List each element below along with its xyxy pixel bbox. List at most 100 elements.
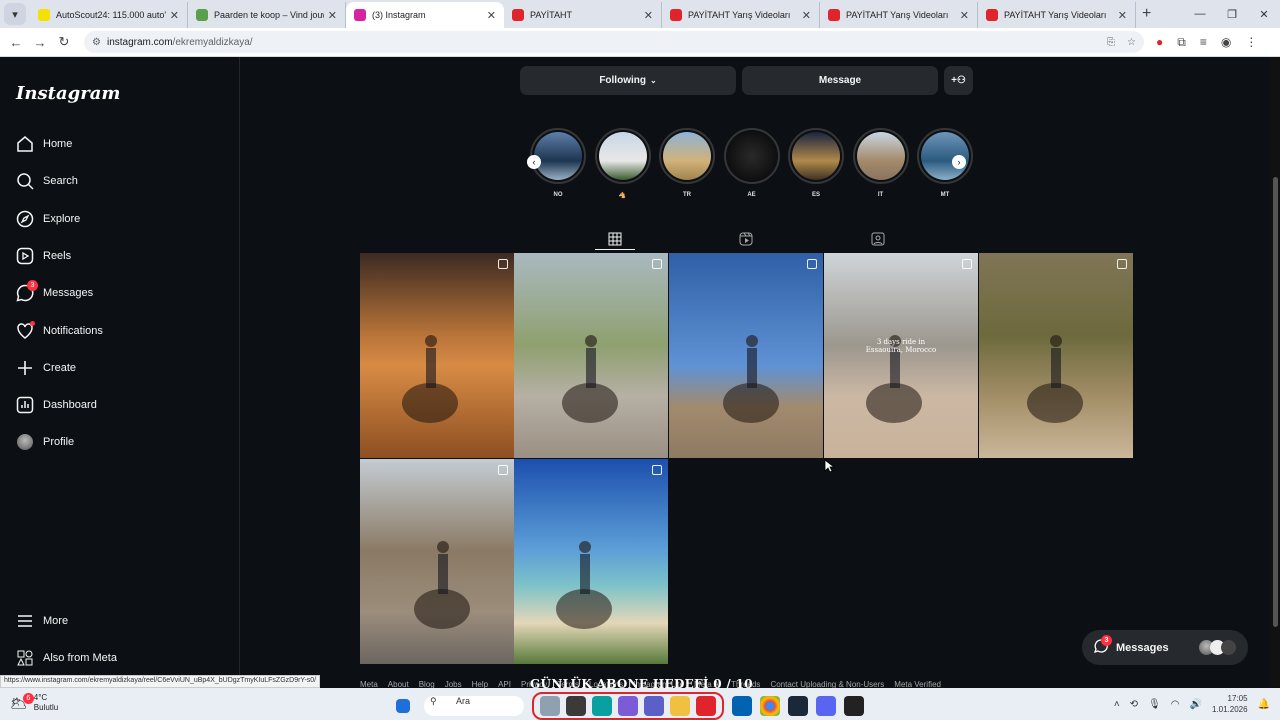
- sidebar-item-dashboard[interactable]: Dashboard: [16, 396, 97, 414]
- post-tile[interactable]: [514, 253, 668, 458]
- story-highlight[interactable]: TR: [659, 128, 715, 198]
- app-icon[interactable]: [566, 696, 586, 716]
- tab-tagged[interactable]: [858, 228, 898, 250]
- messages-badge: 3: [27, 280, 38, 292]
- message-avatars: [1199, 640, 1236, 655]
- sidebar-item-meta[interactable]: Also from Meta: [16, 649, 117, 667]
- tab-reels[interactable]: [726, 228, 766, 250]
- suggest-user-button[interactable]: +⚇: [944, 66, 973, 95]
- post-tile[interactable]: [360, 459, 514, 664]
- close-tab-icon[interactable]: ✕: [1118, 9, 1127, 22]
- close-tab-icon[interactable]: ✕: [802, 9, 811, 22]
- network-icon[interactable]: ⟲: [1130, 699, 1138, 710]
- story-highlight[interactable]: IT: [852, 128, 909, 198]
- steam-icon[interactable]: [788, 696, 808, 716]
- home-icon: [16, 135, 34, 153]
- edge-icon[interactable]: [592, 696, 612, 716]
- volume-icon[interactable]: 🔊: [1190, 699, 1202, 710]
- following-button[interactable]: Following ⌄: [520, 66, 736, 95]
- sidebar-item-search[interactable]: Search: [16, 172, 78, 190]
- profile-avatar-icon[interactable]: ◉: [1221, 35, 1231, 49]
- opera-icon[interactable]: ●: [1156, 35, 1163, 49]
- store-icon[interactable]: [732, 696, 752, 716]
- taskbar-search[interactable]: ⚲ Ara: [424, 696, 524, 716]
- post-tile[interactable]: [514, 459, 668, 664]
- tab-favicon-icon: [828, 9, 840, 21]
- file-explorer-icon[interactable]: [670, 696, 690, 716]
- address-bar[interactable]: ⚙ instagram.com/ekremyaldizkaya/ ⎘ ☆: [84, 31, 1144, 53]
- page-scrollbar[interactable]: [1270, 57, 1280, 687]
- windows-start-icon[interactable]: [396, 699, 410, 713]
- back-icon[interactable]: ←: [4, 35, 28, 50]
- browser-tab[interactable]: PAYİTAHT ✕: [504, 2, 662, 28]
- post-tile[interactable]: [360, 253, 514, 458]
- tab-posts[interactable]: [595, 228, 635, 250]
- close-tab-icon[interactable]: ✕: [328, 9, 337, 22]
- chrome-icon[interactable]: [760, 696, 780, 716]
- minimize-button[interactable]: —: [1184, 0, 1216, 28]
- notifications-bell-icon[interactable]: 🔔: [1258, 699, 1270, 710]
- sidebar: Instagram Home Search Explore Reels 3 Message…: [0, 57, 240, 687]
- highlights-next-button[interactable]: ›: [952, 155, 966, 169]
- browser-tab[interactable]: AutoScout24: 115.000 auto's o... ✕: [30, 2, 188, 28]
- chevron-up-icon[interactable]: ˄: [1114, 699, 1120, 710]
- teams-icon[interactable]: [644, 696, 664, 716]
- link-status-bubble: https://www.instagram.com/ekremyaldizkay…: [0, 675, 321, 688]
- story-highlight[interactable]: AE: [723, 128, 780, 198]
- highlights-prev-button[interactable]: ‹: [527, 155, 541, 169]
- post-tile[interactable]: [979, 253, 1133, 458]
- install-icon[interactable]: ⎘: [1107, 37, 1115, 48]
- sidebar-item-label: Profile: [43, 436, 75, 449]
- story-highlight[interactable]: 🐴: [594, 128, 651, 199]
- close-tab-icon[interactable]: ✕: [487, 9, 496, 22]
- forward-icon[interactable]: →: [28, 35, 52, 50]
- sidebar-item-profile[interactable]: Profile: [16, 433, 74, 451]
- tab-favicon-icon: [354, 9, 366, 21]
- message-button[interactable]: Message: [742, 66, 938, 95]
- app-icon[interactable]: [844, 696, 864, 716]
- close-tab-icon[interactable]: ✕: [170, 9, 179, 22]
- new-tab-button[interactable]: +: [1142, 5, 1151, 23]
- sidebar-item-home[interactable]: Home: [16, 135, 72, 153]
- clock[interactable]: 17:05 1.01.2026: [1212, 693, 1248, 715]
- post-silhouette: [1027, 335, 1083, 423]
- sidebar-item-reels[interactable]: Reels: [16, 247, 71, 265]
- app-icon[interactable]: [618, 696, 638, 716]
- sidebar-item-notifications[interactable]: Notifications: [16, 320, 103, 340]
- close-tab-icon[interactable]: ✕: [960, 9, 969, 22]
- sidebar-item-explore[interactable]: Explore: [16, 210, 80, 228]
- microphone-icon[interactable]: 🎙: [1148, 699, 1161, 710]
- sidebar-item-messages[interactable]: 3 Messages: [16, 280, 93, 302]
- tab-favicon-icon: [670, 9, 682, 21]
- browser-tab[interactable]: Paarden te koop – Vind jouw id... ✕: [188, 2, 346, 28]
- browser-tab[interactable]: PAYİTAHT Yarış Videoları ✕: [662, 2, 820, 28]
- post-tile[interactable]: 3 days ride in Essaouira, Morocco: [824, 253, 978, 458]
- post-silhouette: [556, 541, 612, 629]
- weather-widget[interactable]: 🌥 6 4°C Bulutlu: [10, 692, 58, 713]
- close-window-button[interactable]: ✕: [1248, 0, 1280, 28]
- close-tab-icon[interactable]: ✕: [644, 9, 653, 22]
- app-icon[interactable]: [540, 696, 560, 716]
- reload-icon[interactable]: ↻: [52, 34, 76, 50]
- media-icon[interactable]: ≡: [1200, 35, 1207, 49]
- wifi-icon[interactable]: ◠: [1171, 699, 1180, 710]
- browser-tab[interactable]: PAYİTAHT Yarış Videoları ✕: [978, 2, 1136, 28]
- instagram-logo[interactable]: Instagram: [16, 83, 120, 104]
- tab-search-button[interactable]: ▾: [4, 3, 26, 25]
- opera-icon[interactable]: [696, 696, 716, 716]
- browser-tab[interactable]: (3) Instagram ✕: [346, 2, 504, 28]
- bookmark-star-icon[interactable]: ☆: [1127, 37, 1136, 48]
- site-info-icon[interactable]: ⚙: [92, 37, 101, 48]
- highlight-label: TR: [683, 192, 691, 198]
- sidebar-item-label: Notifications: [43, 324, 103, 337]
- story-highlight[interactable]: ES: [788, 128, 844, 198]
- discord-icon[interactable]: [816, 696, 836, 716]
- menu-dots-icon[interactable]: ⋮: [1245, 35, 1257, 49]
- maximize-button[interactable]: ❐: [1216, 0, 1248, 28]
- extensions-icon[interactable]: ⧉: [1177, 35, 1186, 50]
- sidebar-item-create[interactable]: Create: [16, 359, 76, 377]
- browser-tab[interactable]: PAYİTAHT Yarış Videoları ✕: [820, 2, 978, 28]
- sidebar-item-more[interactable]: More: [16, 612, 68, 630]
- post-tile[interactable]: [669, 253, 823, 458]
- messages-pill[interactable]: 3 Messages: [1082, 630, 1248, 665]
